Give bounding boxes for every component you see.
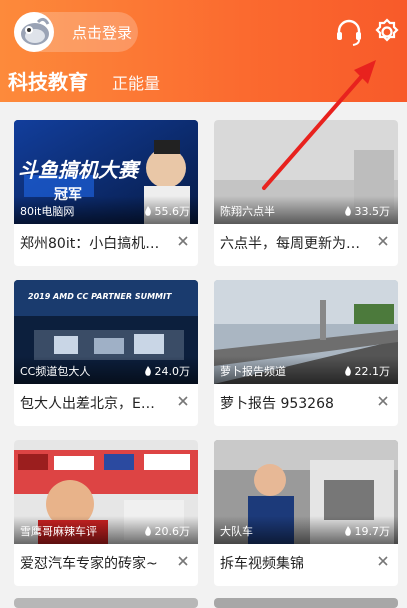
close-icon[interactable] (176, 554, 190, 568)
view-count: 33.5万 (344, 203, 390, 219)
video-title[interactable]: 包大人出差北京，E… (20, 393, 170, 413)
view-count: 19.7万 (344, 523, 390, 539)
video-thumbnail[interactable]: 大队车 19.7万 (214, 440, 398, 544)
login-label[interactable]: 点击登录 (72, 22, 132, 43)
close-icon[interactable] (376, 554, 390, 568)
video-card[interactable]: 雪鹰哥麻辣车评 20.6万 爱怼汽车专家的砖家~ (14, 440, 198, 586)
flame-icon (344, 366, 351, 376)
close-icon[interactable] (176, 394, 190, 408)
uploader-name: 大队车 (220, 525, 253, 538)
flame-icon (144, 206, 151, 216)
video-thumbnail[interactable]: 2019 AMD CC PARTNER SUMMIT CC频道包大人 24.0万 (14, 280, 198, 384)
close-icon[interactable] (376, 394, 390, 408)
avatar[interactable] (14, 12, 54, 52)
view-count: 22.1万 (344, 363, 390, 379)
uploader-name: CC频道包大人 (20, 365, 91, 378)
flame-icon (344, 526, 351, 536)
tab-positive-energy[interactable]: 正能量 (112, 70, 160, 94)
video-title[interactable]: 六点半，每周更新为… (220, 233, 370, 253)
video-thumbnail[interactable] (214, 598, 398, 608)
gear-icon[interactable] (370, 15, 404, 49)
login-pill[interactable]: 点击登录 (14, 12, 138, 52)
video-card[interactable]: 2019 AMD CC PARTNER SUMMIT CC频道包大人 24.0万… (14, 280, 198, 426)
tab-tech-education[interactable]: 科技教育 (8, 66, 88, 95)
video-thumbnail[interactable]: 萝卜报告频道 22.1万 (214, 280, 398, 384)
headset-icon[interactable] (332, 15, 366, 49)
video-card[interactable]: 陈翔六点半 33.5万 六点半，每周更新为… (214, 120, 398, 266)
flame-icon (344, 206, 351, 216)
video-thumbnail[interactable]: 斗鱼搞机大赛 冠军 80it电脑网 55.6万 (14, 120, 198, 224)
close-icon[interactable] (176, 234, 190, 248)
close-icon[interactable] (376, 234, 390, 248)
video-card[interactable]: 斗鱼搞机大赛 冠军 80it电脑网 55.6万 郑州80it：小白搞机… (14, 120, 198, 266)
flame-icon (144, 526, 151, 536)
video-title[interactable]: 郑州80it：小白搞机… (20, 233, 170, 253)
view-count: 20.6万 (144, 523, 190, 539)
video-thumbnail[interactable]: 雪鹰哥麻辣车评 20.6万 (14, 440, 198, 544)
fish-mascot-icon (15, 13, 53, 51)
uploader-name: 雪鹰哥麻辣车评 (20, 525, 97, 538)
video-card[interactable] (214, 598, 398, 608)
uploader-name: 陈翔六点半 (220, 205, 275, 218)
uploader-name: 萝卜报告频道 (220, 365, 286, 378)
video-thumbnail[interactable] (14, 598, 198, 608)
video-grid: 斗鱼搞机大赛 冠军 80it电脑网 55.6万 郑州80it：小白搞机… 陈翔六… (0, 102, 407, 608)
video-title[interactable]: 爱怼汽车专家的砖家~ (20, 553, 170, 573)
view-count: 55.6万 (144, 203, 190, 219)
flame-icon (144, 366, 151, 376)
video-thumbnail[interactable]: 陈翔六点半 33.5万 (214, 120, 398, 224)
video-title[interactable]: 萝卜报告 953268 (220, 393, 370, 413)
video-card[interactable] (14, 598, 198, 608)
uploader-name: 80it电脑网 (20, 205, 75, 218)
view-count: 24.0万 (144, 363, 190, 379)
video-card[interactable]: 大队车 19.7万 拆车视频集锦 (214, 440, 398, 586)
video-card[interactable]: 萝卜报告频道 22.1万 萝卜报告 953268 (214, 280, 398, 426)
thumbnail-caption: 斗鱼搞机大赛 (18, 158, 138, 182)
video-title[interactable]: 拆车视频集锦 (220, 553, 370, 573)
thumbnail-caption: 2019 AMD CC PARTNER SUMMIT (28, 292, 172, 301)
app-header: 点击登录 科技教育 正能量 (0, 0, 407, 102)
